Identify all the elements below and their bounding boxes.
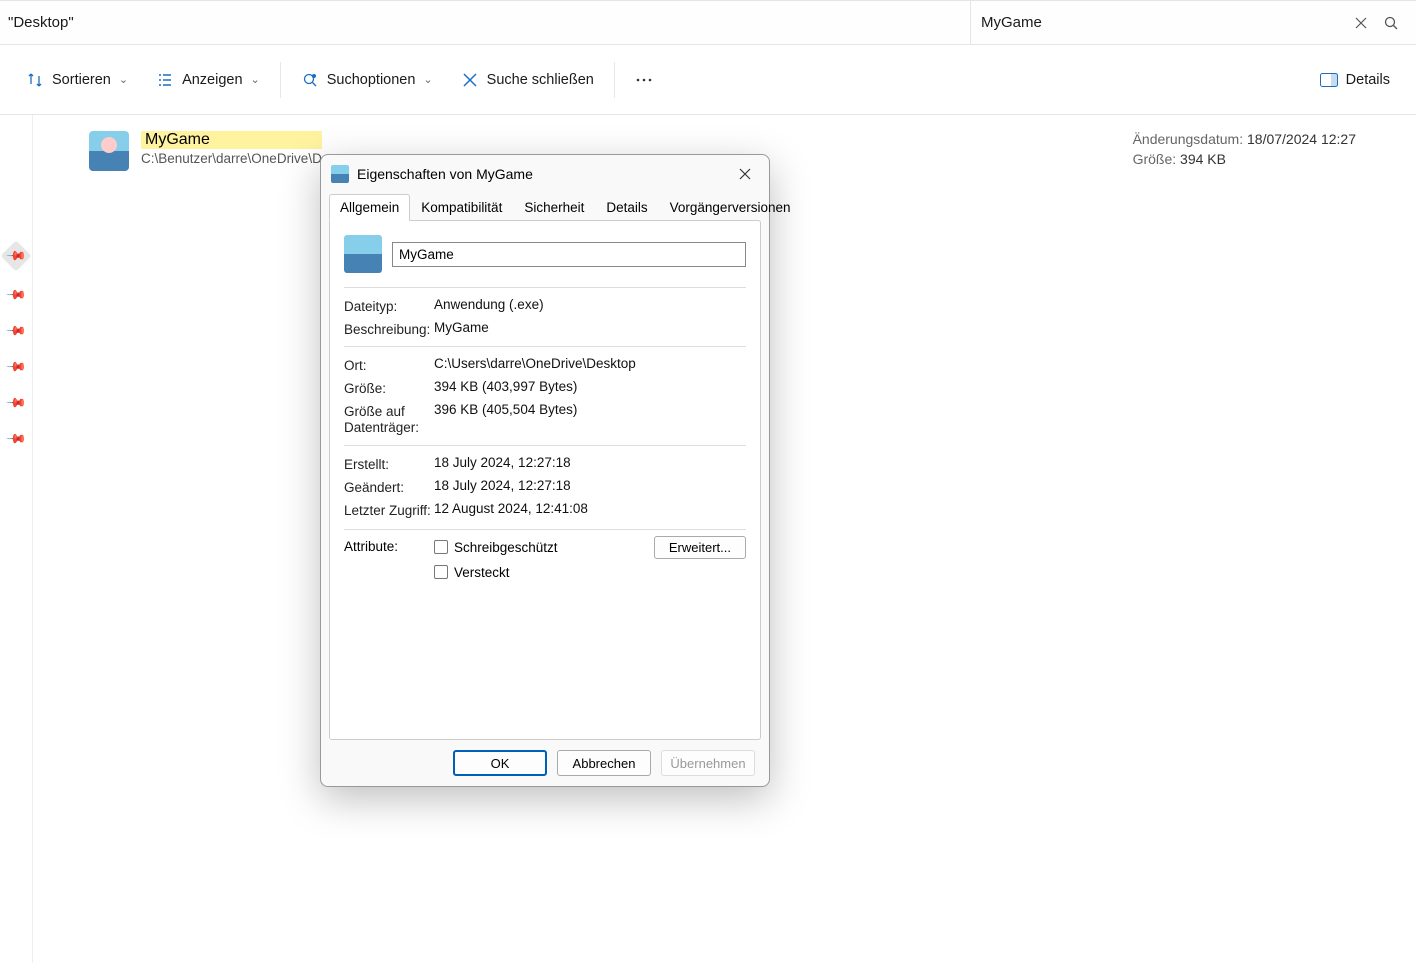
size-label: Größe: (1133, 151, 1177, 167)
readonly-checkbox[interactable] (434, 540, 448, 554)
accessed-value: 12 August 2024, 12:41:08 (434, 501, 746, 516)
view-label: Anzeigen (182, 72, 242, 88)
tab-security[interactable]: Sicherheit (513, 194, 595, 221)
close-search-label: Suche schließen (487, 72, 594, 88)
view-button[interactable]: Anzeigen ⌄ (142, 63, 274, 97)
more-button[interactable] (621, 63, 667, 97)
details-pane-icon (1320, 71, 1338, 89)
pin-icon[interactable]: 📌 (5, 320, 28, 343)
search-icon[interactable] (1376, 16, 1406, 30)
search-options-icon (301, 71, 319, 89)
modified-value: 18 July 2024, 12:27:18 (434, 478, 746, 493)
file-large-icon (344, 235, 382, 273)
search-box[interactable]: MyGame (971, 1, 1416, 44)
description-value: MyGame (434, 320, 746, 335)
hidden-label: Versteckt (454, 565, 510, 580)
tab-details[interactable]: Details (595, 194, 658, 221)
dialog-close-button[interactable] (731, 160, 759, 188)
details-pane-button[interactable]: Details (1306, 63, 1404, 97)
tab-general[interactable]: Allgemein (329, 194, 410, 221)
size-value: 394 KB (403,997 Bytes) (434, 379, 746, 394)
tab-body-general: Dateityp: Anwendung (.exe) Beschreibung:… (329, 220, 761, 740)
search-options-button[interactable]: Suchoptionen ⌄ (287, 63, 447, 97)
search-options-label: Suchoptionen (327, 72, 416, 88)
apply-button: Übernehmen (661, 750, 755, 776)
address-bar[interactable]: "Desktop" (0, 1, 971, 44)
filetype-value: Anwendung (.exe) (434, 297, 746, 312)
top-bar: "Desktop" MyGame (0, 0, 1416, 45)
dialog-title: Eigenschaften von MyGame (357, 166, 723, 182)
size-value: 394 KB (1180, 151, 1226, 167)
file-meta-panel: Änderungsdatum: 18/07/2024 12:27 Größe: … (1133, 131, 1356, 171)
chevron-down-icon: ⌄ (119, 73, 128, 86)
size-on-disk-value: 396 KB (405,504 Bytes) (434, 402, 746, 417)
dialog-tabs: Allgemein Kompatibilität Sicherheit Deta… (321, 193, 769, 220)
advanced-button[interactable]: Erweitert... (654, 536, 746, 559)
created-value: 18 July 2024, 12:27:18 (434, 455, 746, 470)
sort-icon (26, 71, 44, 89)
details-pane-label: Details (1346, 72, 1390, 88)
readonly-label: Schreibgeschützt (454, 540, 558, 555)
modified-label: Geändert: (344, 478, 434, 495)
close-icon (461, 71, 479, 89)
description-label: Beschreibung: (344, 320, 434, 337)
accessed-label: Letzter Zugriff: (344, 501, 434, 519)
file-path: C:\Benutzer\darre\OneDrive\D (141, 151, 322, 166)
file-name: MyGame (141, 131, 322, 149)
filetype-label: Dateityp: (344, 297, 434, 314)
modified-value: 18/07/2024 12:27 (1247, 131, 1356, 147)
left-rail: 📌 📌 📌 📌 📌 📌 (0, 115, 33, 963)
hidden-checkbox[interactable] (434, 565, 448, 579)
chevron-down-icon: ⌄ (423, 73, 432, 86)
toolbar-separator (614, 62, 615, 98)
search-query: MyGame (981, 14, 1346, 31)
cancel-button[interactable]: Abbrechen (557, 750, 651, 776)
location-value: C:\Users\darre\OneDrive\Desktop (434, 356, 746, 371)
filename-input[interactable] (392, 242, 746, 267)
pin-icon[interactable]: 📌 (5, 356, 28, 379)
pin-icon[interactable]: 📌 (5, 428, 28, 451)
clear-search-icon[interactable] (1346, 17, 1376, 29)
address-path: "Desktop" (8, 14, 74, 31)
properties-dialog: Eigenschaften von MyGame Allgemein Kompa… (320, 154, 770, 787)
location-label: Ort: (344, 356, 434, 373)
dialog-titlebar[interactable]: Eigenschaften von MyGame (321, 155, 769, 193)
dialog-icon (331, 165, 349, 183)
more-icon (635, 71, 653, 89)
pin-icon[interactable]: 📌 (5, 284, 28, 307)
modified-label: Änderungsdatum: (1133, 131, 1244, 147)
close-search-button[interactable]: Suche schließen (447, 63, 608, 97)
tab-compatibility[interactable]: Kompatibilität (410, 194, 513, 221)
pin-icon[interactable]: 📌 (0, 240, 31, 271)
ok-button[interactable]: OK (453, 750, 547, 776)
size-label: Größe: (344, 379, 434, 396)
created-label: Erstellt: (344, 455, 434, 472)
view-icon (156, 71, 174, 89)
toolbar-separator (280, 62, 281, 98)
size-on-disk-label: Größe auf Datenträger: (344, 402, 434, 436)
pin-icon[interactable]: 📌 (5, 392, 28, 415)
chevron-down-icon: ⌄ (251, 73, 260, 86)
dialog-buttons: OK Abbrechen Übernehmen (321, 740, 769, 786)
tab-previous-versions[interactable]: Vorgängerversionen (659, 194, 802, 221)
sort-button[interactable]: Sortieren ⌄ (12, 63, 142, 97)
sort-label: Sortieren (52, 72, 111, 88)
attributes-label: Attribute: (344, 536, 434, 554)
toolbar: Sortieren ⌄ Anzeigen ⌄ Suchoptionen ⌄ Su… (0, 45, 1416, 115)
file-icon (89, 131, 129, 171)
